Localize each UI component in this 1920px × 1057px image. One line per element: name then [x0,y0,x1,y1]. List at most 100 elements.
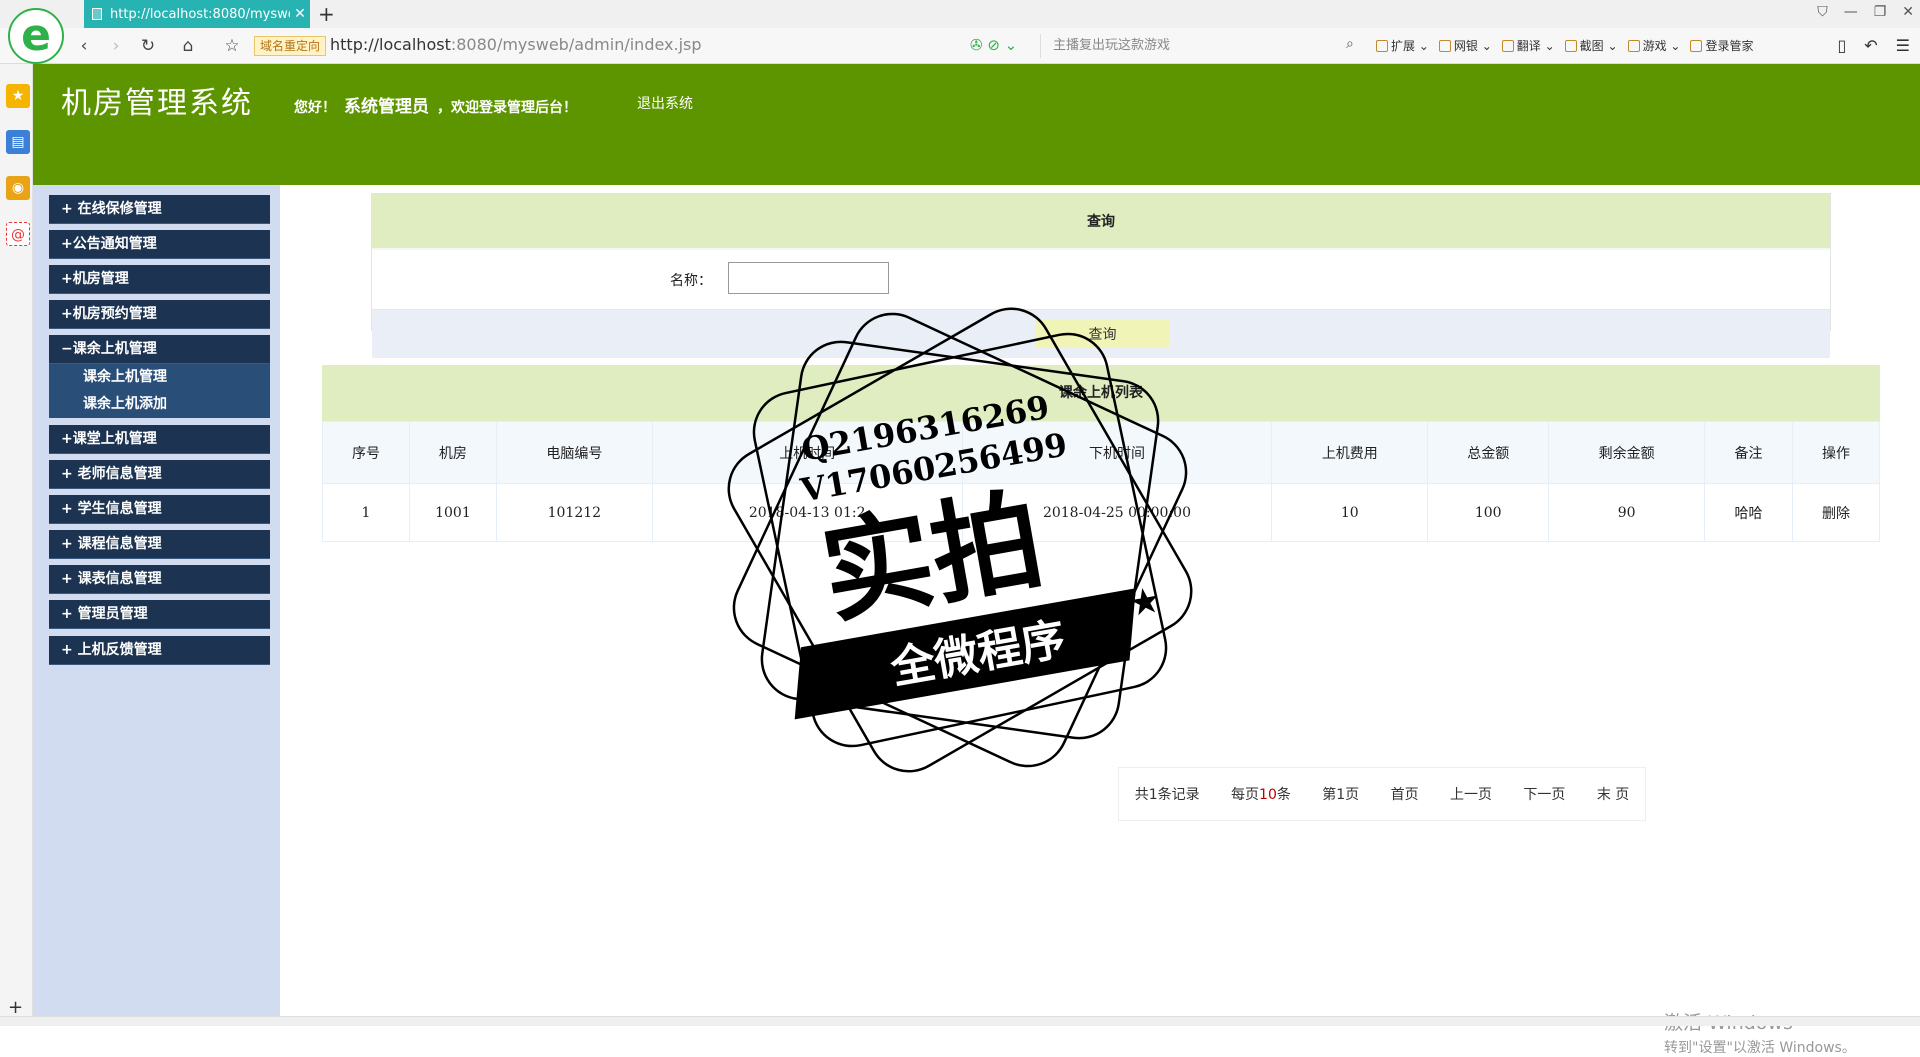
cell-remaining: 90 [1548,483,1706,542]
new-tab-plus-icon[interactable]: + [318,2,335,26]
query-button-row: 查询 [372,310,1830,358]
site-title: 机房管理系统 [61,86,253,121]
translate-icon [1501,40,1514,52]
cell-note: 哈哈 [1704,483,1793,542]
undo-icon[interactable]: ↶ [1864,36,1877,55]
first-page-link[interactable]: 首页 [1391,784,1419,804]
prev-page-link[interactable]: 上一页 [1450,784,1492,804]
main-content: 查询 名称： 查询 课余上机列表 序号 机房 电脑编号 上机时间 下机时间 上机… [280,185,1920,1016]
name-input[interactable] [728,262,889,294]
menu-item-room[interactable]: +机房管理 [49,265,270,294]
browser-statusbar [0,1016,1920,1026]
menu-item-course[interactable]: + 课程信息管理 [49,530,270,559]
column-header: 上机费用 [1271,421,1429,484]
cell-end-time: 2018-04-25 00:00:00 [961,483,1273,542]
toolbar-bank[interactable]: 网银 ⌄ [1438,37,1492,54]
reader-icon[interactable]: ▯ [1837,36,1846,55]
browser-tab-active[interactable]: http://localhost:8080/mysweb/ ✕ [84,0,310,28]
cell-total: 100 [1427,483,1550,542]
site-header: 机房管理系统 您好！ 系统管理员 ，欢迎登录管理后台！ 退出系统 [33,64,1920,185]
menu-item-inclass[interactable]: +课堂上机管理 [49,425,270,454]
reading-list-icon[interactable]: ▤ [6,130,30,154]
column-header: 电脑编号 [495,421,653,484]
sidebar-add-icon[interactable]: + [8,997,23,1018]
menu-item-feedback[interactable]: + 上机反馈管理 [49,636,270,665]
pagination: 共1条记录 每页10条 第1页 首页 上一页 下一页 末 页 [1118,767,1646,821]
browser-addressbar: ‹ › ↻ ⌂ ☆ 域名重定向 http://localhost:8080/my… [0,28,1920,64]
logout-link[interactable]: 退出系统 [637,93,693,113]
security-icon: ✇ ⊘ ⌄ [970,36,1018,54]
weibo-icon[interactable]: ◉ [6,176,30,200]
last-page-link[interactable]: 末 页 [1597,784,1629,804]
url-redirect-badge: 域名重定向 [254,36,327,56]
table-header-row: 序号 机房 电脑编号 上机时间 下机时间 上机费用 总金额 剩余金额 备注 操作 [322,421,1881,484]
key-icon [1690,40,1703,52]
back-arrow-icon[interactable]: ‹ [74,36,94,56]
delete-link[interactable]: 删除 [1791,483,1881,542]
column-header: 机房 [408,421,497,484]
window-close-icon[interactable]: ✕ [1902,4,1914,20]
greeting-prefix: 您好！ [294,100,336,116]
records-count: 共1条记录 [1134,787,1200,803]
query-row: 名称： [372,250,1830,310]
username: 系统管理员 [344,97,429,117]
url-path: :8080/mysweb/admin/index.jsp [450,35,702,54]
favorites-star-icon[interactable]: ★ [6,84,30,108]
home-icon[interactable]: ⌂ [178,36,198,56]
query-panel: 查询 名称： 查询 [371,193,1831,358]
cell-room: 1001 [408,483,497,542]
browser-logo-icon: e [8,8,64,64]
skin-icon[interactable]: ⛉ [1817,4,1828,20]
toolbar-screenshot[interactable]: 截图 ⌄ [1564,37,1618,54]
menu-item-student[interactable]: + 学生信息管理 [49,495,270,524]
data-table: 序号 机房 电脑编号 上机时间 下机时间 上机费用 总金额 剩余金额 备注 操作 [322,421,1881,542]
forward-arrow-icon[interactable]: › [106,36,126,56]
name-label: 名称： [670,273,712,289]
email-icon[interactable]: @ [6,222,30,246]
column-header: 序号 [322,421,410,484]
next-page-link[interactable]: 下一页 [1523,784,1565,804]
browser-search-input[interactable]: 主播复出玩这款游戏 [1040,34,1365,58]
menu-icon[interactable]: ☰ [1896,36,1910,55]
search-icon[interactable]: ⌕ [1346,36,1354,52]
menu-item-notice[interactable]: +公告通知管理 [49,230,270,259]
toolbar-translate[interactable]: 翻译 ⌄ [1501,37,1555,54]
url-host: http://localhost [330,35,451,54]
greeting: 您好！ 系统管理员 ，欢迎登录管理后台！ [294,92,577,117]
column-header: 下机时间 [961,421,1273,484]
toolbar-games[interactable]: 游戏 ⌄ [1627,37,1680,54]
menu-item-repair[interactable]: + 在线保修管理 [49,195,270,224]
column-header: 上机时间 [651,421,963,484]
column-header: 剩余金额 [1548,421,1706,484]
bank-icon [1438,40,1451,52]
tab-title: http://localhost:8080/mysweb/ [110,6,290,22]
restore-icon[interactable]: ❐ [1874,4,1887,20]
favorite-star-icon[interactable]: ☆ [222,36,242,56]
activation-line2: 转到"设置"以激活 Windows。 [1664,1040,1856,1056]
extension-icon [1376,40,1388,52]
menu-item-afterclass[interactable]: −课余上机管理 [49,335,270,364]
cell-fee: 10 [1271,483,1429,542]
refresh-icon[interactable]: ↻ [138,36,158,56]
table-row: 1 1001 101212 2018-04-13 01:2 2018-04-25… [322,483,1881,542]
page-info: 第1页 [1322,787,1360,803]
menu-item-teacher[interactable]: + 老师信息管理 [49,460,270,489]
query-button[interactable]: 查询 [1036,320,1169,348]
menu-item-reservation[interactable]: +机房预约管理 [49,300,270,329]
close-icon[interactable]: ✕ [290,6,310,22]
browser-toolbar: 扩展 ⌄ 网银 ⌄ 翻译 ⌄ 截图 ⌄ 游戏 ⌄ 登录管家 [1376,37,1753,54]
toolbar-login-manager[interactable]: 登录管家 [1690,37,1753,54]
greeting-suffix: ，欢迎登录管理后台！ [437,100,577,116]
browser-toolbar-right: ▯ ↶ ☰ [1837,36,1910,55]
submenu-item-afterclass-manage[interactable]: 课余上机管理 [49,364,270,391]
menu-item-admin[interactable]: + 管理员管理 [49,600,270,629]
minimize-icon[interactable]: — [1844,4,1858,20]
column-header: 总金额 [1427,421,1550,484]
page-icon [92,8,102,20]
query-title: 查询 [372,194,1830,250]
toolbar-extensions[interactable]: 扩展 ⌄ [1376,37,1429,54]
url-input[interactable]: http://localhost:8080/mysweb/admin/index… [330,35,702,54]
cell-index: 1 [322,483,410,542]
submenu-item-afterclass-add[interactable]: 课余上机添加 [49,391,270,418]
menu-item-schedule[interactable]: + 课表信息管理 [49,565,270,594]
